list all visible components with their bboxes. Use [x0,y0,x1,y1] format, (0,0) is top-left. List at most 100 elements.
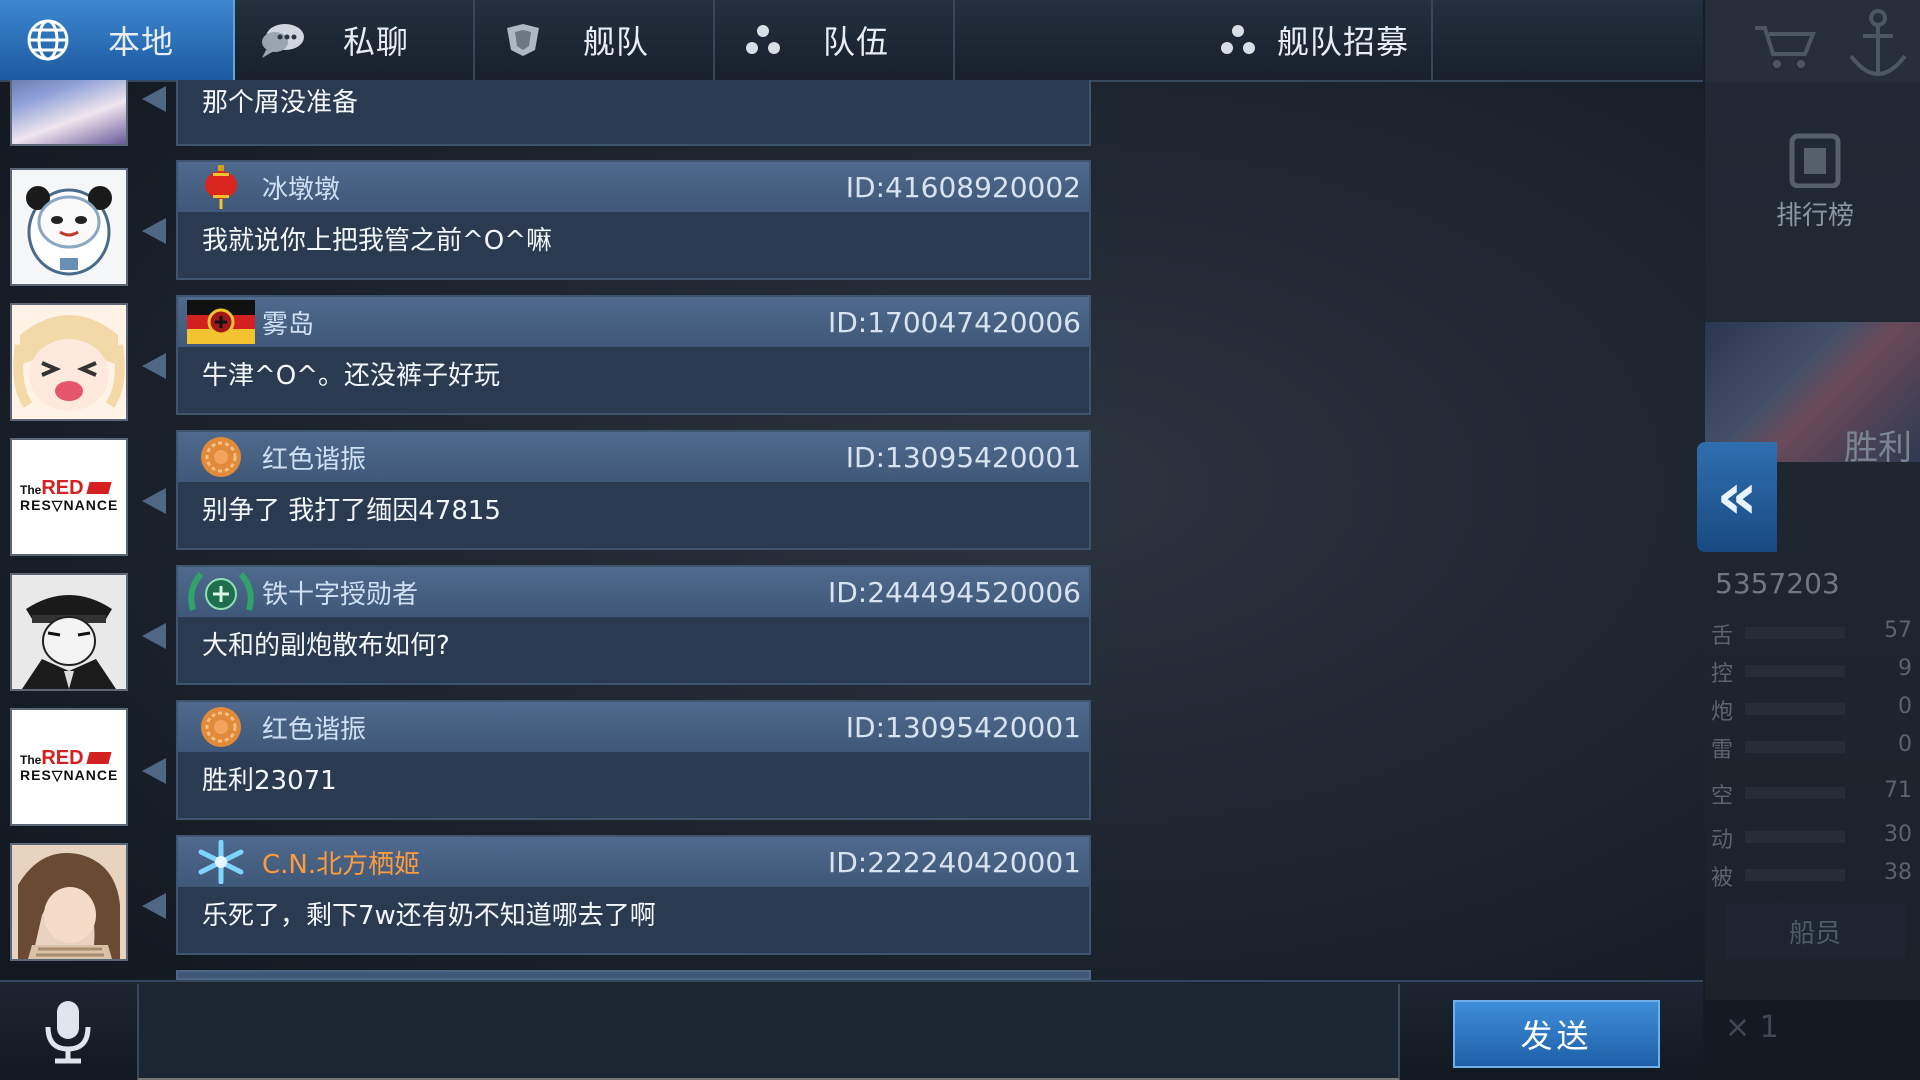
bubble-pointer [142,488,166,514]
message-text: 别争了 我打了缅因47815 [202,496,501,526]
logo-red: RED [41,477,84,499]
logo-resonance: RES▽NANCE [20,767,119,783]
tab-fleet[interactable]: 舰队 [475,0,715,80]
background-top-bar [1705,0,1920,82]
message-bubble: 铁十字授勋者 ID:244494520006 大和的副炮散布如何? [176,565,1091,685]
logo-the: The [20,483,42,497]
brown-hair-girl-avatar[interactable] [10,843,128,961]
stat-row: 被 38 [1711,860,1912,891]
message-bubble: 红色谐振 ID:13095420001 别争了 我打了缅因47815 [176,430,1091,550]
message-header: 冰墩墩 ID:41608920002 [178,162,1089,212]
tab-local[interactable]: 本地 [0,0,235,80]
fleet-emblem-icon [493,20,553,60]
chat-tab-bar: 本地 私聊 舰队 队伍 舰队招募 [0,0,1703,82]
message-bubble: 雾岛 ID:170047420006 牛津^O^。还没裤子好玩 [176,295,1091,415]
chat-message: 冰墩墩 ID:41608920002 我就说你上把我管之前^O^嘛 [0,160,1100,290]
sender-name[interactable]: 红色谐振 [262,709,366,746]
tab-bar-spacer [955,0,1193,80]
lantern-badge-icon [186,164,256,210]
message-header: 雾岛 ID:170047420006 [178,297,1089,347]
message-text: 我就说你上把我管之前^O^嘛 [202,226,553,256]
chat-message: TheRED RES▽NANCE 红色谐振 ID:13095420001 [0,700,1100,830]
leaderboard-button[interactable]: 排行榜 [1765,128,1865,232]
tab-private-chat-label: 私聊 [343,23,410,61]
stat-row: 动 30 [1711,822,1912,853]
message-text: 胜利23071 [202,766,337,796]
globe-icon [18,17,78,63]
sender-name[interactable]: C.N.北方栖姬 [262,844,420,881]
sender-name[interactable]: 冰墩墩 [262,169,340,206]
bubble-pointer [142,86,166,112]
tab-fleet-recruit[interactable]: 舰队招募 [1193,0,1433,80]
anime-girl-blue-avatar[interactable] [10,80,128,146]
sender-name[interactable]: 铁十字授勋者 [262,574,418,611]
message-bubble: C.N.北方栖姬 ID:222240420001 乐死了，剩下7w还有奶不知道哪… [176,835,1091,955]
chat-message-list[interactable]: 那个屑没准备 冰墩墩 ID:41608920002 我就说你上把我管之前^O^嘛… [0,80,1703,980]
snowflake-badge-icon [186,839,256,885]
background-ship-panel: 排行榜 胜利 « 5357203 舌 57 控9 炮0 雷0 空 71 动 30 被3… [1697,0,1920,1080]
bronze-medal-badge-icon [186,434,256,480]
sender-name[interactable]: 雾岛 [262,304,314,341]
team-dots-icon [1213,22,1263,58]
officer-manga-avatar[interactable] [10,573,128,691]
victory-label: 胜利 [1844,428,1912,468]
message-text: 乐死了，剩下7w还有奶不知道哪去了啊 [202,901,656,931]
voice-input-button[interactable] [0,982,135,1080]
sender-id: ID:222240420001 [827,845,1081,879]
tab-local-label: 本地 [108,23,175,61]
anchor-icon [1849,9,1907,76]
red-resonance-logo-avatar[interactable]: TheRED RES▽NANCE [10,438,128,556]
message-header: 红色谐振 ID:13095420001 [178,702,1089,752]
send-button[interactable]: 发送 [1453,1000,1660,1068]
chat-message: 铁十字授勋者 ID:244494520006 大和的副炮散布如何? [0,565,1100,695]
message-header: C.N.北方栖姬 ID:222240420001 [178,837,1089,887]
message-text: 那个屑没准备 [202,88,359,118]
stat-row: 炮0 [1711,694,1912,725]
double-chevron-left-icon: « [1716,460,1758,534]
crew-button[interactable]: 船员 [1725,903,1905,959]
green-wreath-badge-icon [186,569,256,615]
bubble-pointer [142,353,166,379]
microphone-icon [45,1001,90,1064]
next-message-edge [176,970,1091,980]
chat-message-input[interactable] [137,984,1400,1080]
chat-message: C.N.北方栖姬 ID:222240420001 乐死了，剩下7w还有奶不知道哪… [0,835,1100,965]
bubble-pointer [142,218,166,244]
message-header: 红色谐振 ID:13095420001 [178,432,1089,482]
chat-message-partial: 那个屑没准备 [0,80,1100,146]
sender-id: ID:13095420001 [845,710,1081,744]
leaderboard-label: 排行榜 [1775,201,1854,231]
bronze-medal-badge-icon [186,704,256,750]
ship-hp-value: 5357203 [1715,567,1840,600]
red-resonance-logo-avatar[interactable]: TheRED RES▽NANCE [10,708,128,826]
message-bubble: 冰墩墩 ID:41608920002 我就说你上把我管之前^O^嘛 [176,160,1091,280]
panda-avatar[interactable] [10,168,128,286]
anime-girl-crying-avatar[interactable] [10,303,128,421]
sender-name[interactable]: 红色谐振 [262,439,366,476]
chat-message: TheRED RES▽NANCE 红色谐振 ID:13095420001 [0,430,1100,560]
stat-row: 雷0 [1711,732,1912,763]
message-bubble: 红色谐振 ID:13095420001 胜利23071 [176,700,1091,820]
logo-the: The [20,753,42,767]
sender-id: ID:41608920002 [845,170,1081,204]
bubble-pointer [142,758,166,784]
collapse-chat-button[interactable]: « [1697,442,1777,552]
red-resonance-logo: TheRED RES▽NANCE [20,478,118,514]
tab-fleet-label: 舰队 [583,23,650,61]
tab-private-chat[interactable]: 私聊 [235,0,475,80]
stat-row: 控9 [1711,656,1912,687]
leaderboard-icon [1789,133,1841,189]
message-header: 铁十字授勋者 ID:244494520006 [178,567,1089,617]
sender-id: ID:13095420001 [845,440,1081,474]
speech-bubble-icon [253,20,313,60]
logo-red: RED [41,747,84,769]
game-chat-screen: 本地 私聊 舰队 队伍 舰队招募 那个屑没准备 冰墩墩 ID:416089200… [0,0,1920,1080]
red-resonance-logo: TheRED RES▽NANCE [20,748,118,784]
bubble-pointer [142,893,166,919]
message-text: 牛津^O^。还没裤子好玩 [202,361,501,391]
tab-team[interactable]: 队伍 [715,0,955,80]
tab-fleet-recruit-label: 舰队招募 [1276,23,1409,61]
german-flag-badge-icon [186,299,256,345]
message-text: 大和的副炮散布如何? [202,631,450,661]
message-bubble: 那个屑没准备 [176,80,1091,146]
